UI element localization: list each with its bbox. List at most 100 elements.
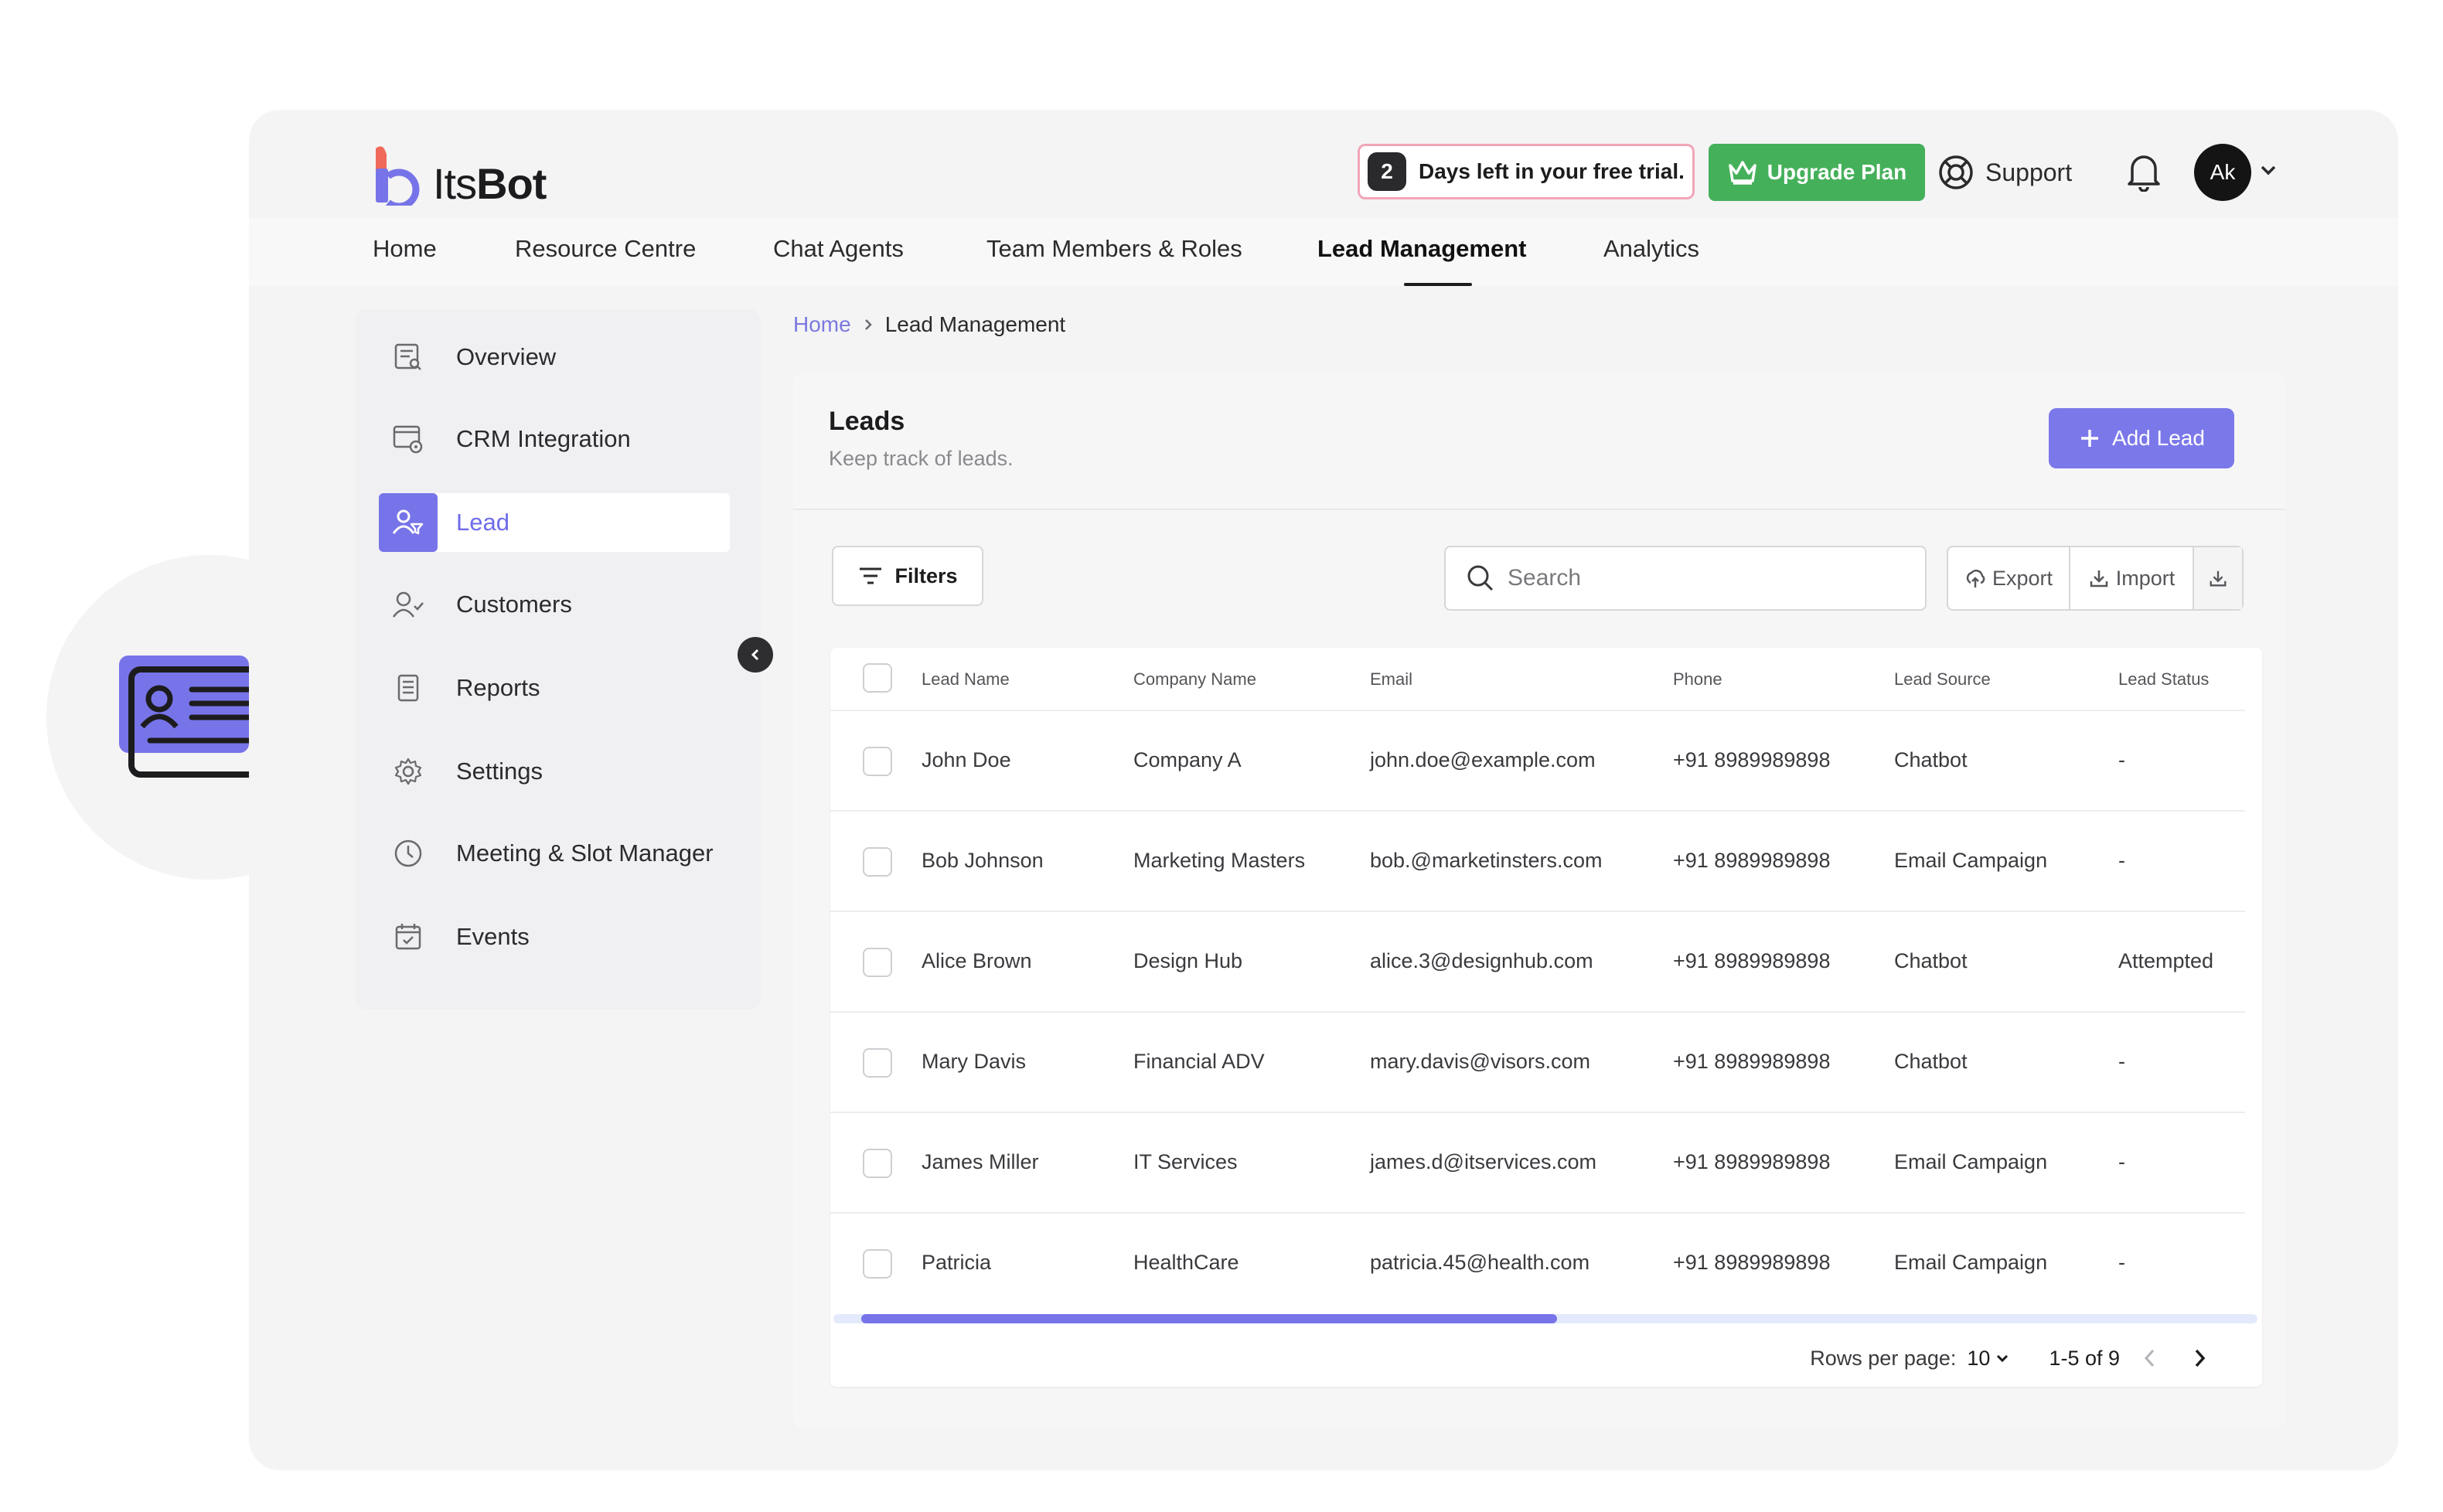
bell-icon[interactable] [2126, 152, 2162, 192]
column-header[interactable]: Email [1370, 669, 1412, 690]
email-cell: john.doe@example.com [1370, 748, 1596, 771]
export-button[interactable]: Export [1948, 547, 2070, 609]
table-row[interactable]: Patricia HealthCare patricia.45@health.c… [830, 1214, 2245, 1314]
column-header[interactable]: Lead Source [1894, 669, 1991, 690]
plus-icon [2081, 430, 2099, 447]
table-row[interactable]: Alice Brown Design Hub alice.3@designhub… [830, 912, 2245, 1013]
upgrade-plan-button[interactable]: Upgrade Plan [1709, 144, 1925, 201]
chevron-right-icon [864, 319, 872, 330]
row-checkbox[interactable] [863, 1149, 892, 1178]
chevron-down-icon [1997, 1354, 2009, 1363]
search-input[interactable] [1508, 565, 1910, 591]
nav-item-analytics[interactable]: Analytics [1603, 235, 1699, 263]
import-export-group: Export Import [1947, 546, 2244, 611]
sidebar-item-events[interactable]: Events [379, 908, 730, 966]
table-row[interactable]: Bob Johnson Marketing Masters bob.@marke… [830, 812, 2245, 912]
filters-button[interactable]: Filters [832, 546, 983, 606]
lead-status-cell: - [2118, 1150, 2125, 1173]
column-header[interactable]: Company Name [1133, 669, 1256, 690]
phone-cell: +91 8989989898 [1673, 1150, 1831, 1173]
company-cell: Design Hub [1133, 949, 1243, 972]
phone-cell: +91 8989989898 [1673, 949, 1831, 972]
company-cell: Financial ADV [1133, 1050, 1265, 1073]
import-button[interactable]: Import [2070, 547, 2194, 609]
email-cell: james.d@itservices.com [1370, 1150, 1596, 1173]
pagination: Rows per page: 10 1-5 of 9 [1810, 1339, 2219, 1377]
sidebar-item-crm-integration[interactable]: CRM Integration [379, 410, 730, 468]
sidebar-item-lead[interactable]: Lead [379, 493, 730, 552]
next-page-button[interactable] [2180, 1339, 2219, 1377]
row-checkbox[interactable] [863, 847, 892, 877]
nav-item-chat-agents[interactable]: Chat Agents [773, 235, 904, 263]
column-header[interactable]: Lead Name [922, 669, 1010, 690]
collapse-sidebar-button[interactable] [738, 637, 773, 673]
email-cell: mary.davis@visors.com [1370, 1050, 1590, 1073]
breadcrumb-home[interactable]: Home [793, 312, 851, 337]
nav-item-home[interactable]: Home [373, 235, 437, 263]
row-checkbox[interactable] [863, 948, 892, 977]
search-box [1444, 546, 1927, 611]
chevron-right-icon [2195, 1349, 2206, 1367]
previous-page-button[interactable] [2131, 1339, 2169, 1377]
table-row[interactable]: Mary Davis Financial ADV mary.davis@viso… [830, 1013, 2245, 1113]
leads-table: Lead Name Company Name Email Phone Lead … [830, 648, 2262, 1387]
gear-icon [379, 742, 438, 801]
rows-per-page-label: Rows per page: [1810, 1346, 1957, 1370]
lead-source-cell: Email Campaign [1894, 1150, 2048, 1173]
rows-per-page-value: 10 [1967, 1346, 1991, 1370]
lead-source-cell: Email Campaign [1894, 849, 2048, 872]
logo-mark-icon [376, 146, 420, 206]
column-header[interactable]: Phone [1673, 669, 1722, 690]
phone-cell: +91 8989989898 [1673, 1251, 1831, 1274]
sidebar-item-meeting-slot-manager[interactable]: Meeting & Slot Manager [379, 824, 730, 883]
lead-name-cell: Patricia [922, 1251, 992, 1274]
avatar[interactable]: Ak [2194, 144, 2251, 201]
import-label: Import [2115, 566, 2176, 590]
horizontal-scrollbar-thumb[interactable] [861, 1314, 1557, 1323]
lead-filter-icon [379, 493, 438, 552]
lead-source-cell: Chatbot [1894, 748, 1968, 771]
sidebar-item-label: Settings [456, 758, 543, 785]
download-icon [2090, 570, 2107, 587]
table-row[interactable]: James Miller IT Services james.d@itservi… [830, 1113, 2245, 1214]
select-all-checkbox[interactable] [863, 663, 892, 693]
filters-label: Filters [894, 564, 958, 587]
download-button[interactable] [2194, 547, 2242, 609]
nav-item-resource-centre[interactable]: Resource Centre [515, 235, 696, 263]
table-row[interactable]: John Doe Company A john.doe@example.com … [830, 711, 2245, 812]
calendar-icon [379, 908, 438, 966]
page-range: 1-5 of 9 [2049, 1346, 2120, 1370]
sidebar-item-reports[interactable]: Reports [379, 659, 730, 717]
panel-header: Leads Keep track of leads. Add Lead [793, 373, 2285, 510]
row-checkbox[interactable] [863, 747, 892, 776]
row-checkbox[interactable] [863, 1048, 892, 1078]
lead-status-cell: - [2118, 849, 2125, 872]
sidebar-item-label: Lead [456, 509, 509, 536]
logo[interactable]: ItsBot [373, 144, 547, 206]
sidebar-item-settings[interactable]: Settings [379, 742, 730, 801]
sidebar-item-label: Customers [456, 591, 572, 618]
column-header[interactable]: Lead Status [2118, 669, 2209, 690]
app-window: ItsBot 2 Days left in your free trial. U… [249, 110, 2398, 1470]
sidebar-item-customers[interactable]: Customers [379, 575, 730, 634]
company-cell: IT Services [1133, 1150, 1238, 1173]
nav-item-lead-management[interactable]: Lead Management [1317, 235, 1526, 263]
breadcrumb-current: Lead Management [884, 312, 1066, 336]
crown-icon [1729, 161, 1756, 185]
company-cell: Company A [1133, 748, 1242, 771]
cloud-upload-icon [1966, 569, 1985, 587]
rows-per-page-select[interactable]: 10 [1967, 1347, 2010, 1371]
support-link[interactable]: Support [1937, 153, 2072, 192]
phone-cell: +91 8989989898 [1673, 849, 1831, 872]
chevron-left-icon [751, 649, 759, 661]
trial-banner[interactable]: 2 Days left in your free trial. [1358, 144, 1695, 199]
lead-name-cell: John Doe [922, 748, 1011, 771]
lead-name-cell: Bob Johnson [922, 849, 1044, 872]
sidebar-item-overview[interactable]: Overview [379, 328, 730, 387]
page-title: Leads [829, 407, 905, 436]
chevron-down-icon[interactable] [2259, 164, 2278, 176]
lead-name-cell: Mary Davis [922, 1050, 1027, 1073]
row-checkbox[interactable] [863, 1249, 892, 1279]
nav-item-team-members[interactable]: Team Members & Roles [986, 235, 1242, 263]
add-lead-button[interactable]: Add Lead [2049, 408, 2234, 468]
